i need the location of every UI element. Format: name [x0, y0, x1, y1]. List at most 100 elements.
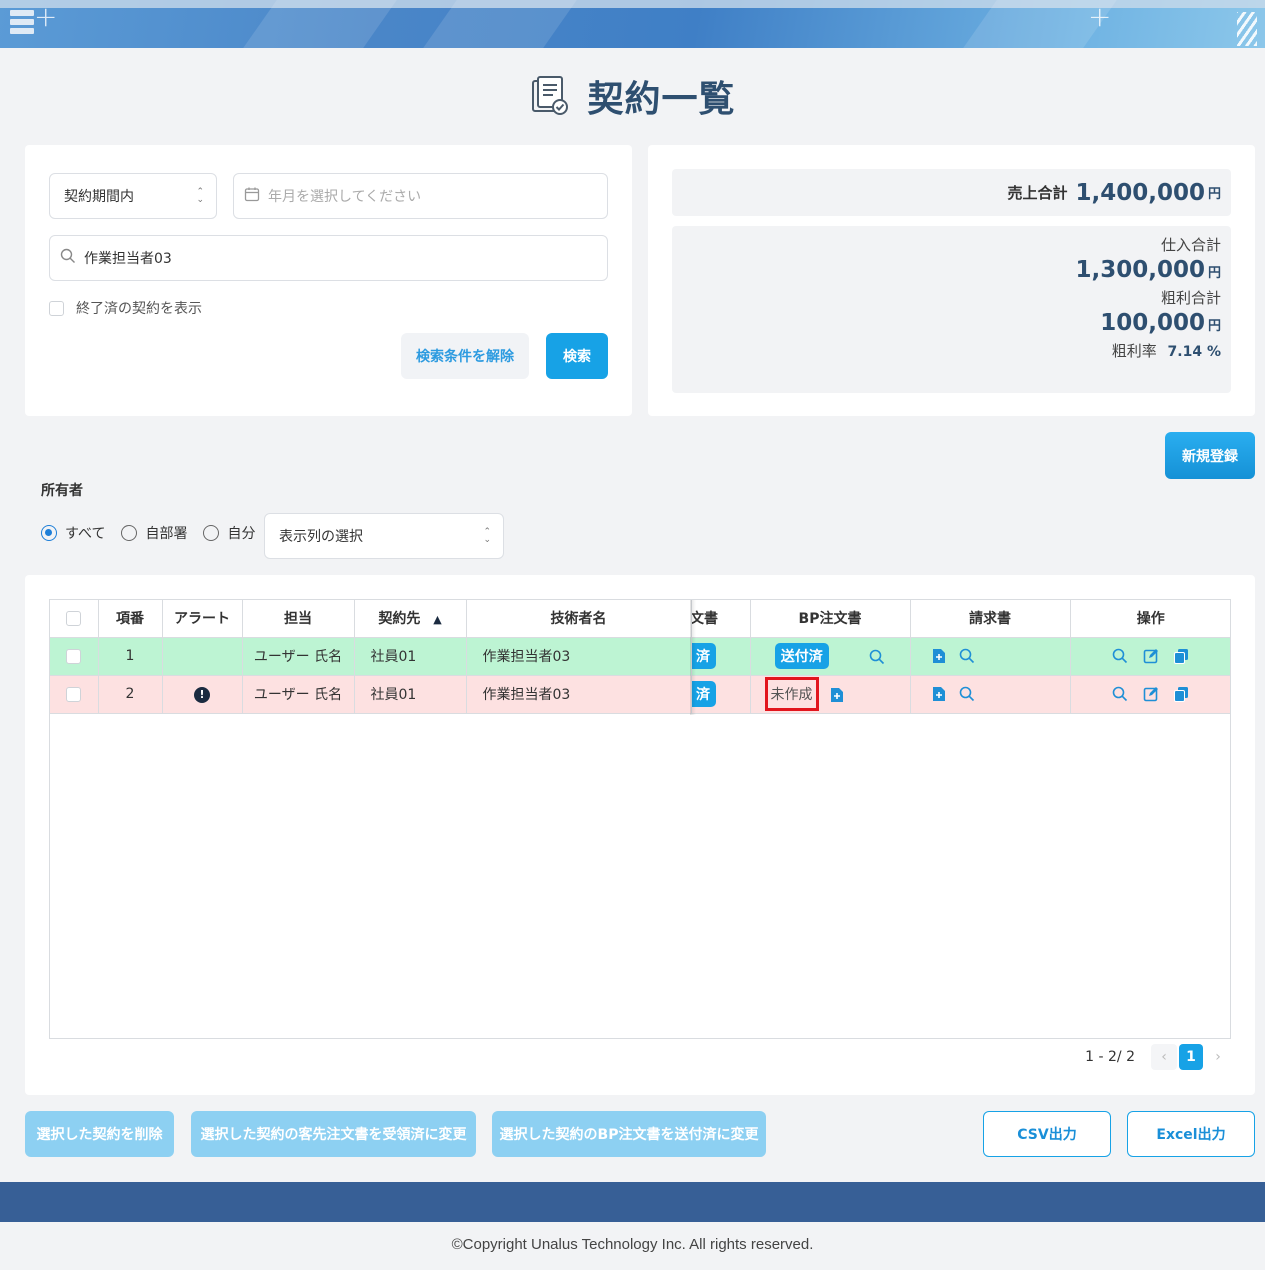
column-select-value: 表示列の選択 — [279, 529, 363, 545]
search-icon[interactable] — [959, 648, 975, 664]
gross-total-row: 100,000 円 — [682, 310, 1221, 336]
view-icon[interactable] — [1112, 686, 1128, 702]
owner-option-label: すべて — [65, 526, 106, 542]
column-header-no[interactable]: 項番 — [98, 600, 163, 638]
owner-option-label: 自分 — [227, 526, 256, 542]
keyword-value: 作業担当者03 — [84, 251, 172, 267]
sales-total-label: 売上合計 — [1007, 184, 1068, 202]
gross-rate-value: 7.14 % — [1167, 344, 1221, 360]
page-button-current[interactable]: 1 — [1179, 1044, 1203, 1070]
delete-selected-button[interactable]: 選択した契約を削除 — [25, 1111, 174, 1157]
column-select[interactable]: 表示列の選択 ⌃ ⌄ — [264, 513, 504, 559]
plus-decoration-icon: + — [34, 0, 58, 33]
menu-icon[interactable] — [10, 10, 34, 44]
edit-icon[interactable] — [1143, 686, 1159, 702]
show-finished-checkbox[interactable] — [49, 300, 64, 316]
column-header-person[interactable]: 担当 — [242, 600, 355, 638]
edit-icon[interactable] — [1143, 648, 1159, 664]
calendar-icon — [244, 186, 260, 206]
mark-bp-order-sent-button[interactable]: 選択した契約のBP注文書を送付済に変更 — [492, 1111, 766, 1157]
period-select-value: 契約期間内 — [64, 189, 134, 205]
column-header-engineer[interactable]: 技術者名 — [466, 600, 692, 638]
table-row[interactable]: 2 ! ユーザー 氏名 社員01 作業担当者03 — [50, 675, 692, 714]
pagination-count: 1 - 2/ 2 — [1085, 1049, 1135, 1065]
pagination: 1 - 2/ 2 ‹ 1 › — [1085, 1044, 1231, 1070]
row-checkbox[interactable] — [66, 686, 82, 702]
gross-rate-row: 粗利率 7.14 % — [682, 340, 1221, 361]
csv-export-button[interactable]: CSV出力 — [983, 1111, 1111, 1157]
copy-icon[interactable] — [1173, 648, 1189, 664]
clear-conditions-button[interactable]: 検索条件を解除 — [401, 333, 529, 379]
search-icon[interactable] — [869, 649, 885, 665]
copyright: ©Copyright Unalus Technology Inc. All ri… — [451, 1236, 814, 1253]
select-all-checkbox[interactable] — [66, 610, 82, 626]
column-header-client[interactable]: 契約先 ▲ — [354, 600, 467, 638]
purchase-total-row: 1,300,000 円 — [682, 257, 1221, 283]
new-registration-button[interactable]: 新規登録 — [1165, 432, 1255, 479]
search-icon — [60, 248, 76, 268]
add-document-icon[interactable] — [829, 687, 845, 703]
gross-rate-label: 粗利率 — [1111, 342, 1157, 360]
owner-label: 所有者 — [41, 483, 83, 499]
profit-summary-box: 仕入合計 1,300,000 円 粗利合計 100,000 円 粗利率 7.14 % — [672, 226, 1231, 393]
select-arrows-icon: ⌃ ⌄ — [483, 527, 491, 545]
purchase-total-label: 仕入合計 — [1160, 236, 1221, 254]
column-header-client-label: 契約先 — [378, 611, 421, 628]
yen-unit: 円 — [1207, 187, 1221, 202]
search-panel: 契約期間内 ⌃ ⌄ 年月を選択してください 作業担当者03 終了済の契約を表示 検… — [25, 145, 632, 416]
row-no: 1 — [98, 637, 163, 676]
select-arrows-icon: ⌃ ⌄ — [196, 187, 204, 205]
prev-page-button[interactable]: ‹ — [1151, 1044, 1177, 1070]
column-header-ops[interactable]: 操作 — [1070, 600, 1230, 638]
next-page-button[interactable]: › — [1205, 1044, 1231, 1070]
row-checkbox[interactable] — [66, 648, 82, 664]
contract-document-icon — [529, 75, 571, 117]
page-header: 契約一覧 — [0, 70, 1265, 122]
bp-order-status-not-created[interactable]: 未作成 — [764, 677, 819, 711]
column-header-invoice[interactable]: 請求書 — [910, 600, 1071, 638]
plus-decoration-icon: + — [1088, 0, 1112, 33]
add-document-icon[interactable] — [931, 648, 947, 664]
row-client: 社員01 — [354, 637, 467, 676]
column-header-client-doc[interactable]: 文書 — [690, 600, 751, 638]
footer-bar — [0, 1182, 1265, 1222]
excel-export-button[interactable]: Excel出力 — [1127, 1111, 1255, 1157]
alert-exclamation-icon[interactable]: ! — [194, 686, 210, 703]
owner-radio-all[interactable]: すべて — [41, 523, 105, 543]
column-header-alert[interactable]: アラート — [162, 600, 243, 638]
copy-icon[interactable] — [1173, 686, 1189, 702]
fixed-column-shadow — [690, 600, 696, 715]
owner-radio-department[interactable]: 自部署 — [121, 523, 187, 543]
radio-unchecked-icon — [121, 525, 138, 541]
month-picker-input[interactable]: 年月を選択してください — [233, 173, 608, 219]
row-engineer: 作業担当者03 — [466, 637, 692, 676]
show-finished-label: 終了済の契約を表示 — [76, 301, 202, 317]
top-banner: + + — [0, 0, 1265, 48]
purchase-total-value: 1,300,000 — [1075, 257, 1205, 283]
select-all-cell — [50, 600, 99, 638]
row-engineer: 作業担当者03 — [466, 675, 692, 714]
column-header-bp-order[interactable]: BP注文書 — [750, 600, 911, 638]
view-icon[interactable] — [1112, 648, 1128, 664]
table-row[interactable]: 済 送付済 — [690, 637, 1230, 676]
period-select[interactable]: 契約期間内 ⌃ ⌄ — [49, 173, 217, 219]
gross-total-label: 粗利合計 — [1160, 289, 1221, 307]
add-document-icon[interactable] — [931, 686, 947, 702]
table-row[interactable]: 済 未作成 — [690, 675, 1230, 714]
table-row[interactable]: 1 ユーザー 氏名 社員01 作業担当者03 — [50, 637, 692, 676]
owner-radio-self[interactable]: 自分 — [203, 523, 255, 543]
row-no: 2 — [98, 675, 163, 714]
row-alert — [162, 637, 243, 676]
owner-option-label: 自部署 — [145, 526, 188, 542]
row-person: ユーザー 氏名 — [242, 675, 355, 714]
table-fixed-part: 項番 アラート 担当 契約先 ▲ 技術者名 1 ユーザー 氏名 社員01 作業担… — [50, 600, 692, 714]
keyword-search-input[interactable]: 作業担当者03 — [49, 235, 608, 281]
contracts-table-panel: 文書 BP注文書 請求書 操作 済 送付済 済 未作成 項番 アラート 担当 契… — [25, 575, 1255, 1095]
search-icon[interactable] — [959, 686, 975, 702]
summary-panel: 売上合計 1,400,000 円 仕入合計 1,300,000 円 粗利合計 10… — [648, 145, 1255, 416]
yen-unit: 円 — [1207, 319, 1221, 334]
page-title: 契約一覧 — [587, 79, 736, 120]
bp-order-status-badge[interactable]: 送付済 — [774, 643, 829, 669]
mark-client-order-received-button[interactable]: 選択した契約の客先注文書を受領済に変更 — [191, 1111, 476, 1157]
search-button[interactable]: 検索 — [546, 333, 608, 379]
